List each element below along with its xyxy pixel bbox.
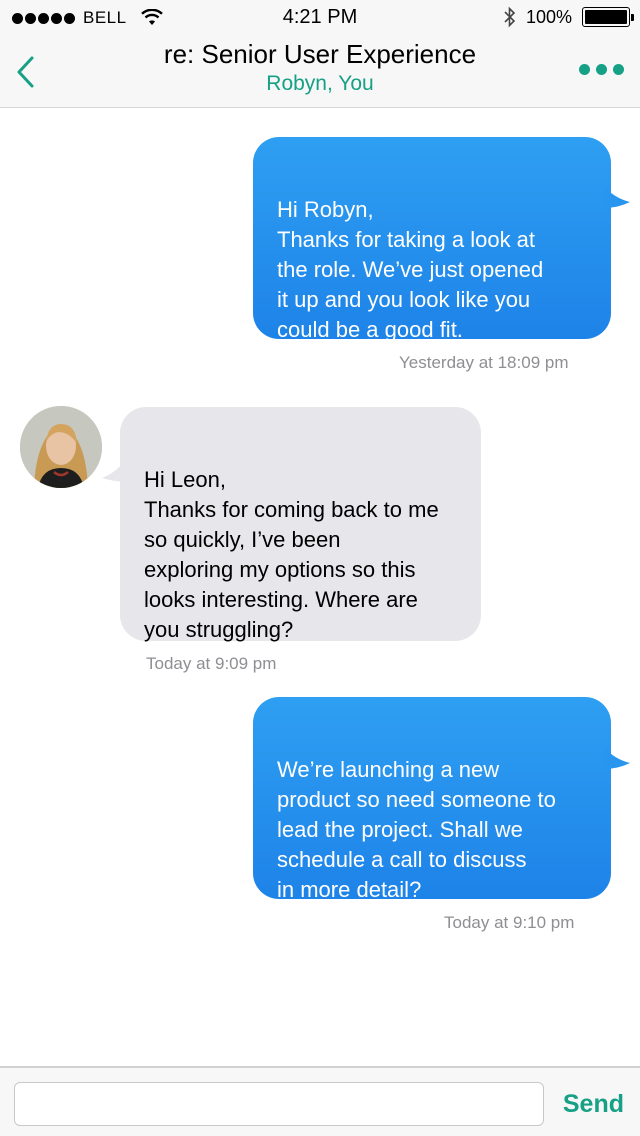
- message-composer: Send: [0, 1066, 640, 1136]
- bubble-tail: [604, 747, 630, 769]
- battery-percent: 100%: [525, 6, 572, 27]
- bluetooth-icon: [504, 6, 516, 28]
- conversation-header: re: Senior User Experience Robyn, You: [0, 36, 640, 108]
- status-right-group: 100%: [504, 6, 634, 28]
- send-button[interactable]: Send: [563, 1090, 624, 1119]
- message-text: Hi Robyn, Thanks for taking a look at th…: [277, 197, 544, 342]
- message-timestamp: Today at 9:10 pm: [444, 913, 575, 932]
- battery-icon: [582, 7, 634, 27]
- message-bubble-outgoing[interactable]: Hi Robyn, Thanks for taking a look at th…: [253, 137, 611, 342]
- more-options-icon[interactable]: [579, 64, 624, 75]
- message-text: We’re launching a new product so need so…: [277, 757, 556, 902]
- status-bar: BELL 4:21 PM 100%: [0, 0, 640, 36]
- message-timestamp: Yesterday at 18:09 pm: [399, 353, 569, 372]
- message-bubble-incoming[interactable]: Hi Leon, Thanks for coming back to me so…: [120, 407, 481, 642]
- message-text: Hi Leon, Thanks for coming back to me so…: [144, 467, 439, 642]
- message-timestamp: Today at 9:09 pm: [146, 654, 277, 673]
- conversation-title: re: Senior User Experience: [163, 39, 477, 69]
- conversation-participants: Robyn, You: [266, 72, 374, 95]
- bubble-tail: [604, 186, 630, 208]
- message-input[interactable]: [14, 1082, 544, 1126]
- message-bubble-outgoing[interactable]: We’re launching a new product so need so…: [253, 697, 611, 902]
- avatar[interactable]: [20, 406, 102, 488]
